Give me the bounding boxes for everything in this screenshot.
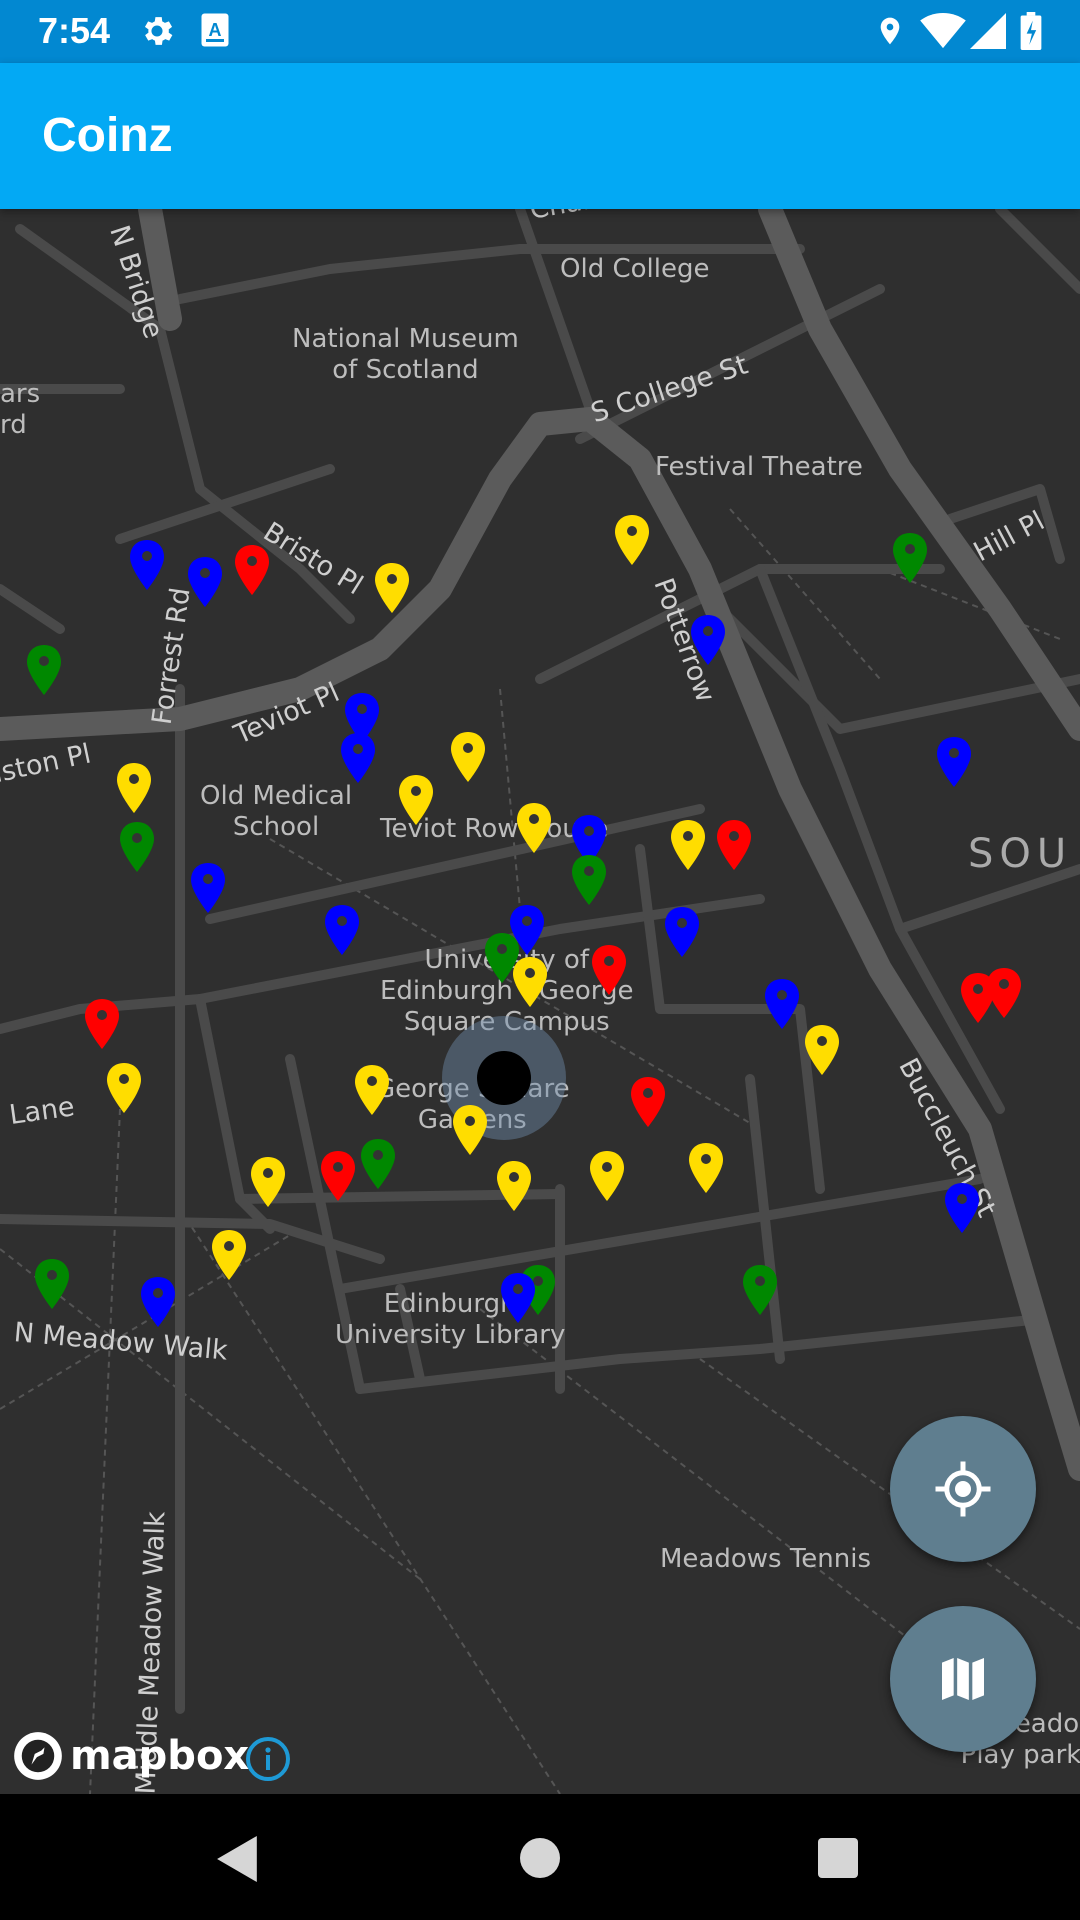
- yellow-coin-marker-icon[interactable]: [686, 1141, 726, 1195]
- yellow-coin-marker-icon[interactable]: [372, 561, 412, 615]
- yellow-coin-marker-icon[interactable]: [450, 1103, 490, 1157]
- red-coin-marker-icon[interactable]: [318, 1149, 358, 1203]
- yellow-coin-marker-icon[interactable]: [448, 730, 488, 784]
- app-bar: Coinz: [0, 63, 1080, 209]
- home-icon[interactable]: [520, 1838, 560, 1878]
- blue-coin-marker-icon[interactable]: [338, 731, 378, 785]
- yellow-coin-marker-icon[interactable]: [494, 1159, 534, 1213]
- mapbox-wordmark: mapbox: [70, 1733, 250, 1779]
- red-coin-marker-icon[interactable]: [232, 543, 272, 597]
- mapbox-mark-icon: [14, 1732, 62, 1780]
- blue-coin-marker-icon[interactable]: [934, 735, 974, 789]
- location-icon: [880, 17, 900, 45]
- svg-text:A: A: [209, 20, 222, 40]
- map-icon: [942, 1658, 984, 1700]
- place-festival-theatre: Festival Theatre: [655, 452, 863, 482]
- green-coin-marker-icon[interactable]: [117, 820, 157, 874]
- blue-coin-marker-icon[interactable]: [138, 1275, 178, 1329]
- recents-icon[interactable]: [818, 1838, 858, 1878]
- gear-icon: [144, 17, 173, 45]
- blue-coin-marker-icon[interactable]: [185, 555, 225, 609]
- place-national-museum: National Museum of Scotland: [292, 324, 519, 385]
- map-style-button[interactable]: [890, 1606, 1036, 1752]
- green-coin-marker-icon[interactable]: [24, 643, 64, 697]
- blue-coin-marker-icon[interactable]: [498, 1271, 538, 1325]
- blue-coin-marker-icon[interactable]: [942, 1181, 982, 1235]
- blue-coin-marker-icon[interactable]: [662, 905, 702, 959]
- green-coin-marker-icon[interactable]: [32, 1257, 72, 1311]
- back-icon[interactable]: [216, 1836, 260, 1882]
- blue-coin-marker-icon[interactable]: [188, 861, 228, 915]
- blue-coin-marker-icon[interactable]: [322, 903, 362, 957]
- app-title: Coinz: [42, 109, 173, 162]
- yellow-coin-marker-icon[interactable]: [114, 761, 154, 815]
- mapbox-logo[interactable]: mapbox: [12, 1730, 249, 1782]
- yellow-coin-marker-icon[interactable]: [802, 1023, 842, 1077]
- green-coin-marker-icon[interactable]: [890, 531, 930, 585]
- info-icon[interactable]: [244, 1735, 292, 1783]
- yellow-coin-marker-icon[interactable]: [514, 801, 554, 855]
- yellow-coin-marker-icon[interactable]: [248, 1155, 288, 1209]
- navigation-bar: [0, 1794, 1080, 1920]
- yellow-coin-marker-icon[interactable]: [510, 955, 550, 1009]
- wifi-icon: [920, 12, 966, 49]
- red-coin-marker-icon[interactable]: [714, 818, 754, 872]
- place-meadows-tennis: Meadows Tennis: [660, 1544, 872, 1574]
- yellow-coin-marker-icon[interactable]: [612, 513, 652, 567]
- place-old-medical-school: Old Medical School: [200, 781, 353, 842]
- green-coin-marker-icon[interactable]: [358, 1137, 398, 1191]
- yellow-coin-marker-icon[interactable]: [209, 1228, 249, 1282]
- yellow-coin-marker-icon[interactable]: [396, 773, 436, 827]
- battery-icon: [1020, 12, 1042, 50]
- user-location-dot: [477, 1051, 531, 1105]
- green-coin-marker-icon[interactable]: [569, 853, 609, 907]
- place-old-college: Old College: [560, 254, 710, 284]
- blue-coin-marker-icon[interactable]: [127, 538, 167, 592]
- map-view[interactable]: Old College National Museum of Scotland …: [0, 209, 1080, 1794]
- place-ars-rd: ars rd: [0, 379, 41, 440]
- signal-icon: [970, 13, 1006, 49]
- status-time: 7:54: [38, 10, 111, 51]
- status-bar: 7:54 A: [0, 0, 1080, 63]
- yellow-coin-marker-icon[interactable]: [587, 1149, 627, 1203]
- red-coin-marker-icon[interactable]: [984, 966, 1024, 1020]
- yellow-coin-marker-icon[interactable]: [668, 818, 708, 872]
- crosshair-icon: [935, 1461, 991, 1517]
- blue-coin-marker-icon[interactable]: [688, 613, 728, 667]
- place-southside: SOU: [968, 831, 1073, 877]
- red-coin-marker-icon[interactable]: [589, 943, 629, 997]
- blue-coin-marker-icon[interactable]: [762, 977, 802, 1031]
- red-coin-marker-icon[interactable]: [628, 1075, 668, 1129]
- yellow-coin-marker-icon[interactable]: [104, 1061, 144, 1115]
- green-coin-marker-icon[interactable]: [740, 1263, 780, 1317]
- a-notification-icon: A: [201, 13, 229, 47]
- red-coin-marker-icon[interactable]: [82, 997, 122, 1051]
- locate-me-button[interactable]: [890, 1416, 1036, 1562]
- yellow-coin-marker-icon[interactable]: [352, 1063, 392, 1117]
